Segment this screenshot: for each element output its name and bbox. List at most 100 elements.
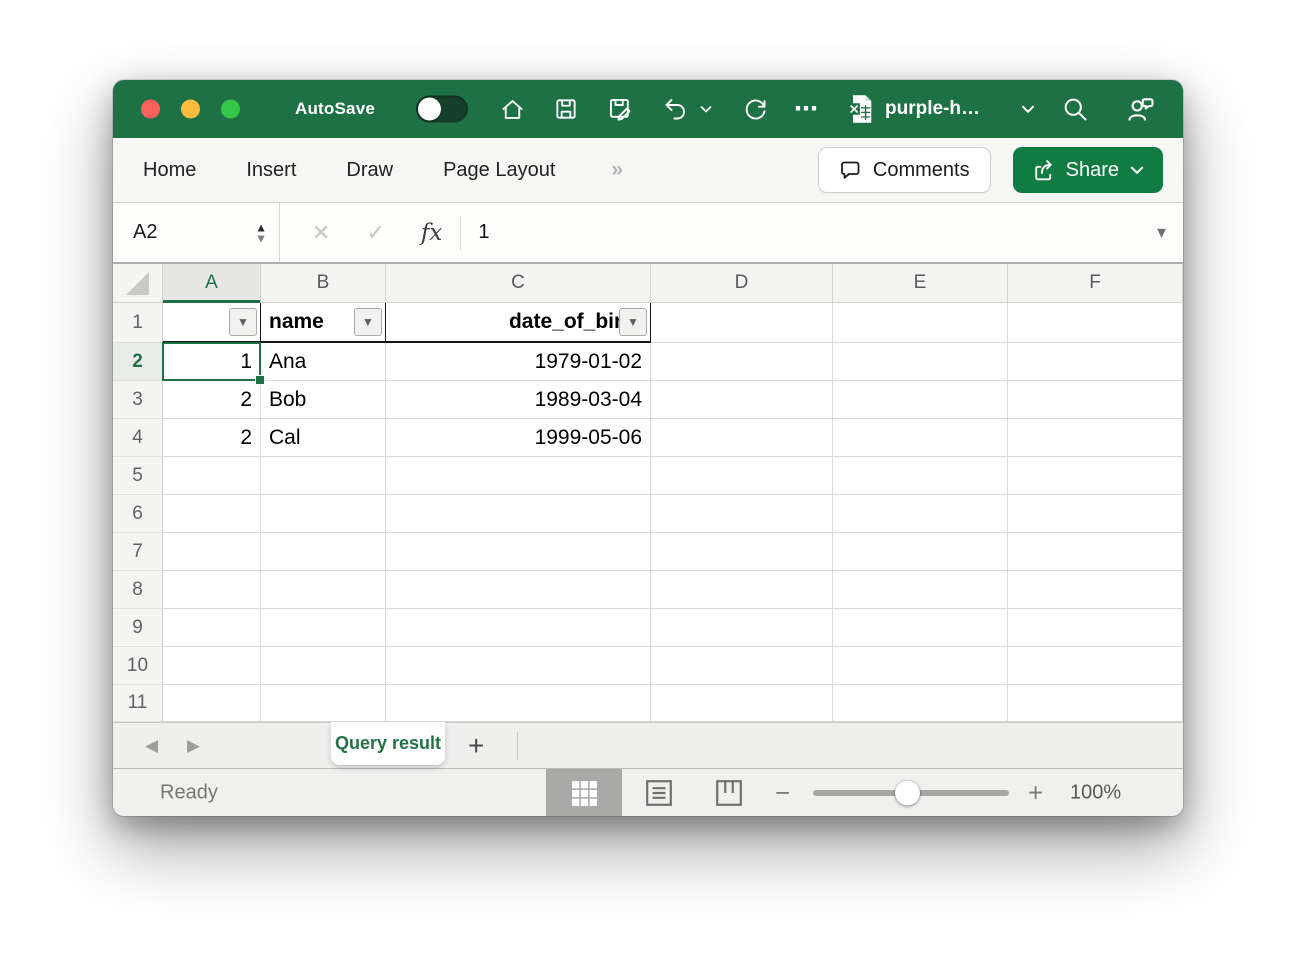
cell-C2[interactable]: 1979-01-02 [386,343,651,381]
add-sheet-button[interactable]: + [468,730,484,762]
normal-view-button[interactable] [546,769,622,816]
zoom-level[interactable]: 100% [1070,781,1121,804]
cell-E9[interactable] [833,609,1008,647]
cell-A10[interactable] [163,647,261,685]
cell-C6[interactable] [386,495,651,533]
cell-D6[interactable] [651,495,833,533]
close-window-button[interactable] [141,100,160,119]
cell-D11[interactable] [651,685,833,722]
cell-F7[interactable] [1008,533,1183,571]
column-header-B[interactable]: B [261,264,386,302]
cell-B11[interactable] [261,685,386,722]
next-sheet-icon[interactable]: ▶ [187,736,200,756]
zoom-out-button[interactable]: − [775,777,790,808]
cell-B7[interactable] [261,533,386,571]
cell-A7[interactable] [163,533,261,571]
cell-F11[interactable] [1008,685,1183,722]
tab-page-layout[interactable]: Page Layout [443,159,555,182]
name-box-spinner[interactable]: ▲ ▼ [255,222,267,243]
cell-C8[interactable] [386,571,651,609]
cell-B2[interactable]: Ana [261,343,386,381]
row-header-3[interactable]: 3 [113,381,163,419]
column-header-E[interactable]: E [833,264,1008,302]
filter-button-A[interactable]: ▼ [229,308,257,336]
row-header-7[interactable]: 7 [113,533,163,571]
sheet-tab-query-result[interactable]: Query result [331,722,445,765]
row-header-4[interactable]: 4 [113,419,163,457]
column-header-C[interactable]: C [386,264,651,302]
save-as-icon[interactable] [605,94,635,124]
expand-formula-bar-icon[interactable]: ▼ [1154,224,1169,241]
confirm-entry-icon[interactable]: ✓ [366,220,384,246]
cell-C4[interactable]: 1999-05-06 [386,419,651,457]
cell-A9[interactable] [163,609,261,647]
previous-sheet-icon[interactable]: ◀ [145,736,158,756]
cell-E11[interactable] [833,685,1008,722]
cell-E6[interactable] [833,495,1008,533]
cell-E2[interactable] [833,343,1008,381]
cell-C9[interactable] [386,609,651,647]
cell-A1[interactable]: id▼ [163,303,261,343]
cell-F2[interactable] [1008,343,1183,381]
tab-insert[interactable]: Insert [246,159,296,182]
cell-B10[interactable] [261,647,386,685]
cell-F10[interactable] [1008,647,1183,685]
cell-A8[interactable] [163,571,261,609]
cell-E1[interactable] [833,303,1008,343]
zoom-in-button[interactable]: + [1028,777,1043,808]
cell-B5[interactable] [261,457,386,495]
page-break-view-button[interactable] [711,775,747,811]
formula-input[interactable]: 1 [478,221,489,244]
cell-E3[interactable] [833,381,1008,419]
cell-E8[interactable] [833,571,1008,609]
cell-D2[interactable] [651,343,833,381]
autosave-toggle[interactable] [416,96,468,123]
cell-F3[interactable] [1008,381,1183,419]
cell-B4[interactable]: Cal [261,419,386,457]
select-all-button[interactable] [113,264,163,302]
cell-B1[interactable]: name▼ [261,303,386,343]
cell-F4[interactable] [1008,419,1183,457]
cell-E5[interactable] [833,457,1008,495]
cell-F1[interactable] [1008,303,1183,343]
row-header-9[interactable]: 9 [113,609,163,647]
search-icon[interactable] [1060,94,1090,124]
column-header-A[interactable]: A [163,264,261,302]
cell-A3[interactable]: 2 [163,381,261,419]
row-header-6[interactable]: 6 [113,495,163,533]
undo-chevron-down-icon[interactable] [698,94,714,124]
cell-E10[interactable] [833,647,1008,685]
redo-icon[interactable] [740,94,770,124]
cell-D10[interactable] [651,647,833,685]
save-icon[interactable] [551,94,581,124]
cell-C10[interactable] [386,647,651,685]
cell-D8[interactable] [651,571,833,609]
row-header-5[interactable]: 5 [113,457,163,495]
column-header-D[interactable]: D [651,264,833,302]
row-header-1[interactable]: 1 [113,303,163,343]
cell-C7[interactable] [386,533,651,571]
cell-B3[interactable]: Bob [261,381,386,419]
share-button[interactable]: Share [1013,147,1163,193]
minimize-window-button[interactable] [181,100,200,119]
cell-F5[interactable] [1008,457,1183,495]
cell-E7[interactable] [833,533,1008,571]
cell-C11[interactable] [386,685,651,722]
tab-draw[interactable]: Draw [346,159,393,182]
filename-chevron-down-icon[interactable] [1013,94,1043,124]
home-icon[interactable] [497,94,527,124]
cell-C1[interactable]: date_of_birth▼ [386,303,651,343]
cell-D3[interactable] [651,381,833,419]
cell-E4[interactable] [833,419,1008,457]
spinner-down-icon[interactable]: ▼ [255,233,267,243]
cell-B9[interactable] [261,609,386,647]
cell-D4[interactable] [651,419,833,457]
cell-F9[interactable] [1008,609,1183,647]
row-header-11[interactable]: 11 [113,685,163,722]
cell-F6[interactable] [1008,495,1183,533]
cell-A6[interactable] [163,495,261,533]
undo-icon[interactable] [660,94,690,124]
comments-button[interactable]: Comments [818,147,991,193]
cell-B8[interactable] [261,571,386,609]
cell-C5[interactable] [386,457,651,495]
